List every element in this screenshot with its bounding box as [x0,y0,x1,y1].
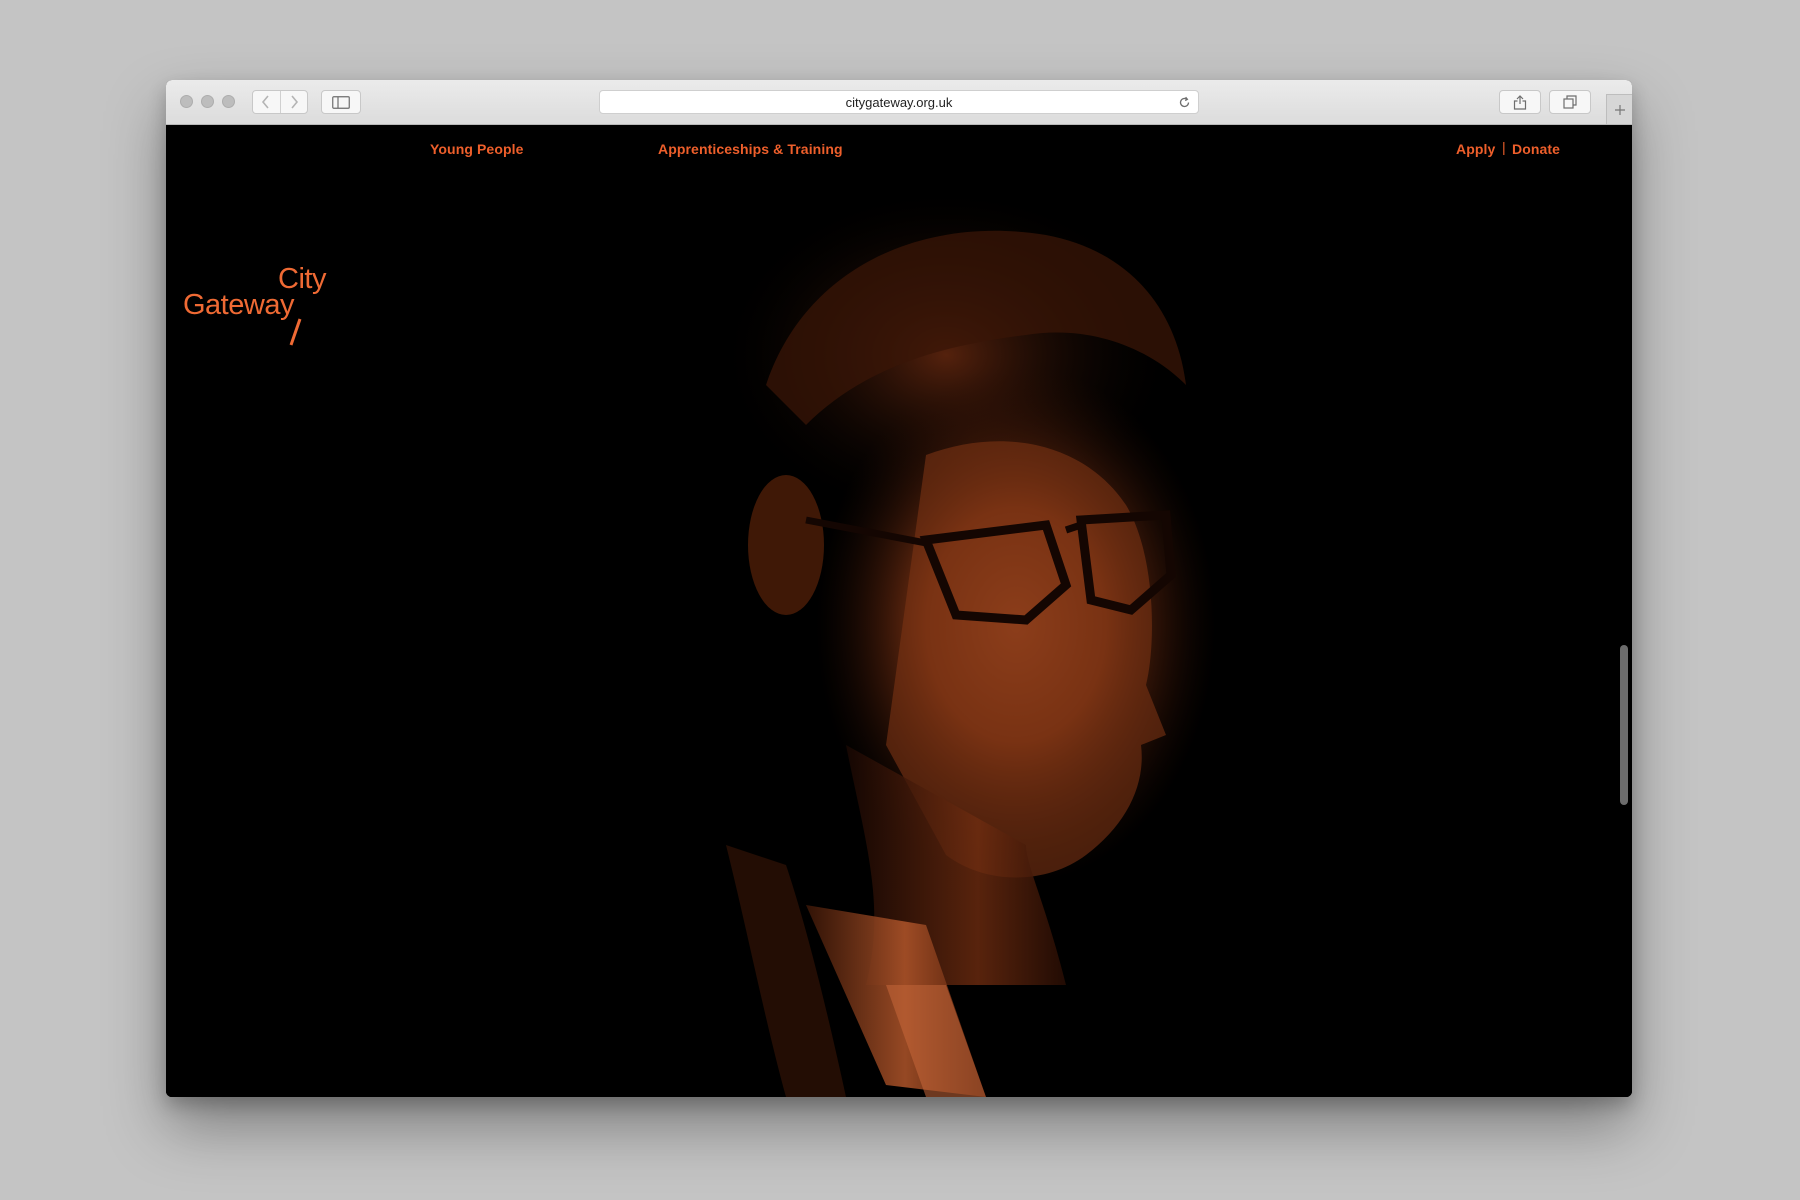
chevron-right-icon [291,95,298,109]
nav-link-apprenticeships-training[interactable]: Apprenticeships & Training [658,141,843,157]
share-icon [1513,95,1527,110]
reload-button[interactable] [1176,94,1192,110]
new-tab-button[interactable] [1606,94,1632,124]
tabs-icon [1562,95,1577,109]
address-bar[interactable]: citygateway.org.uk [599,90,1199,114]
reload-icon [1179,96,1189,107]
back-button[interactable] [253,91,280,113]
city-gateway-logo[interactable]: City Gateway [183,265,326,355]
browser-toolbar: citygateway.org.uk [166,80,1632,125]
browser-window: citygateway.org.uk Young People Apprenti… [166,80,1632,1097]
nav-divider: | [1502,139,1506,155]
share-button[interactable] [1499,90,1541,114]
minimize-window-button[interactable] [201,95,214,108]
forward-button[interactable] [279,91,308,113]
history-nav [252,90,308,114]
logo-slash-icon [289,318,302,346]
tabs-overview-button[interactable] [1549,90,1591,114]
address-url: citygateway.org.uk [845,94,953,110]
close-window-button[interactable] [180,95,193,108]
logo-text-gateway: Gateway [183,289,294,321]
web-page: Young People Apprenticeships & Training … [166,125,1632,1097]
nav-link-donate[interactable]: Donate [1512,141,1560,157]
page-scrollbar[interactable] [1620,645,1628,805]
nav-link-young-people[interactable]: Young People [430,141,524,157]
zoom-window-button[interactable] [222,95,235,108]
nav-link-apply[interactable]: Apply [1456,141,1495,157]
sidebar-icon [332,95,350,109]
plus-icon [1614,104,1625,115]
sidebar-button[interactable] [321,90,361,114]
hero-portrait-image [166,125,1632,1097]
chevron-left-icon [262,95,269,109]
